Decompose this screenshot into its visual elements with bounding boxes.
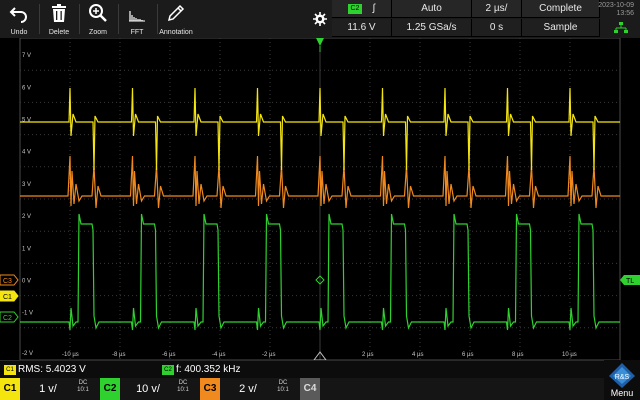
annotation-button[interactable]: Annotation — [157, 0, 195, 38]
channel-c2-tag: C2 — [100, 378, 120, 400]
x-axis-label: 10 µs — [562, 352, 577, 358]
measurement-freq-channel: C2 — [162, 365, 174, 375]
y-axis-label: 4 V — [22, 150, 31, 156]
measurement-bar: C1 RMS: 5.4023 V C2 f: 400.352 kHz — [0, 360, 640, 378]
time-scale: 2 µs/ — [485, 3, 508, 14]
trigger-source-chip: C2 — [347, 4, 362, 14]
svg-text:R&S: R&S — [615, 374, 630, 381]
toolbar: Undo Delete Zoom FFT Annotation C2 ʃ Aut… — [0, 0, 640, 38]
acq-state-cell[interactable]: Complete — [522, 0, 600, 18]
trigger-source-cell[interactable]: C2 ʃ — [332, 0, 392, 18]
channel-c3-scale: 2 v/ — [239, 383, 257, 395]
channel-c2-scale: 10 v/ — [136, 383, 160, 395]
y-axis-label: 2 V — [22, 214, 31, 220]
y-axis-label: 6 V — [22, 85, 31, 91]
marker-trigger-level-label: TL — [626, 278, 634, 285]
gear-icon — [313, 12, 327, 26]
zoom-button[interactable]: Zoom — [79, 0, 117, 38]
marker-c1[interactable]: C1 — [0, 290, 19, 302]
network-icon — [614, 22, 628, 33]
y-axis-label: -2 V — [22, 351, 33, 357]
sample-rate: 1.25 GSa/s — [406, 22, 457, 33]
pen-icon — [167, 4, 185, 22]
channel-bar: C1 1 v/ DC 10:1 C2 10 v/ DC 10:1 C3 2 v/ D… — [0, 378, 640, 400]
y-axis-label: 3 V — [22, 182, 31, 188]
channel-c3[interactable]: C3 2 v/ DC 10:1 — [200, 378, 298, 400]
menu-button[interactable]: R&S Menu — [604, 360, 640, 400]
trash-icon — [52, 4, 66, 22]
undo-icon — [9, 7, 27, 23]
x-axis-label: 8 µs — [512, 352, 523, 358]
x-axis-label: 2 µs — [362, 352, 373, 358]
fft-icon — [129, 11, 145, 22]
trigger-level: 11.6 V — [347, 22, 376, 33]
x-axis-label: -8 µs — [112, 352, 125, 358]
acq-state: Complete — [539, 3, 582, 14]
zoom-icon — [89, 4, 107, 22]
channel-c1-tag: C1 — [0, 378, 20, 400]
trigger-position-marker[interactable] — [316, 38, 324, 46]
channel-c1[interactable]: C1 1 v/ DC 10:1 — [0, 378, 98, 400]
measurement-freq-value: f: 400.352 kHz — [176, 364, 241, 375]
marker-c3[interactable]: C3 — [0, 274, 19, 286]
x-axis-label: 6 µs — [462, 352, 473, 358]
horizontal-position: 0 s — [489, 22, 504, 33]
y-axis-label: 7 V — [22, 53, 31, 59]
annotation-label: Annotation — [159, 29, 193, 36]
marker-c2[interactable]: C2 — [0, 311, 19, 323]
rs-logo-icon: R&S — [609, 363, 635, 388]
channel-c4[interactable]: C4 — [300, 378, 324, 400]
waveform-display[interactable]: 7 V6 V5 V4 V3 V2 V1 V0 V -1 V -2 V -10 µs -… — [0, 38, 640, 360]
measurement-rms-value: RMS: 5.4023 V — [18, 364, 86, 375]
channel-c2[interactable]: C2 10 v/ DC 10:1 — [100, 378, 198, 400]
undo-button[interactable]: Undo — [0, 0, 38, 38]
fft-button[interactable]: FFT — [118, 0, 156, 38]
channel-c4-tag: C4 — [300, 378, 320, 400]
x-axis-label: 4 µs — [412, 352, 423, 358]
measurement-rms[interactable]: C1 RMS: 5.4023 V — [4, 363, 86, 377]
channel-c2-meta: DC 10:1 — [177, 380, 189, 393]
trigger-mode-cell[interactable]: Auto — [392, 0, 472, 18]
delete-button[interactable]: Delete — [40, 0, 78, 38]
zoom-label: Zoom — [89, 29, 107, 36]
x-axis-label: -4 µs — [212, 352, 225, 358]
time: 13:56 — [616, 10, 634, 17]
marker-c2-label: C2 — [3, 315, 12, 322]
acq-mode-cell[interactable]: Sample — [522, 19, 600, 37]
date: 2023-10-09 — [598, 2, 634, 9]
date-time: 2023-10-09 13:56 — [598, 2, 634, 18]
y-axis-label: 1 V — [22, 246, 31, 252]
marker-c3-label: C3 — [3, 278, 12, 285]
undo-label: Undo — [10, 29, 28, 36]
channel-c3-tag: C3 — [200, 378, 220, 400]
time-scale-cell[interactable]: 2 µs/ — [472, 0, 522, 18]
fft-label: FFT — [130, 29, 144, 36]
channel-c3-meta: DC 10:1 — [277, 380, 289, 393]
measurement-freq[interactable]: C2 f: 400.352 kHz — [162, 363, 240, 377]
delete-label: Delete — [48, 29, 70, 36]
trigger-level-cell[interactable]: 11.6 V — [332, 19, 392, 37]
waveform-grid: 7 V6 V5 V4 V3 V2 V1 V0 V-1 V-2 V -10 µs -… — [0, 38, 640, 360]
x-axis-label: -10 µs — [62, 352, 79, 358]
marker-trigger-level[interactable]: TL — [620, 275, 640, 285]
x-axis-label: -6 µs — [162, 352, 175, 358]
y-axis-label: -1 V — [22, 311, 33, 317]
trigger-mode: Auto — [421, 3, 442, 14]
measurement-rms-channel: C1 — [4, 365, 16, 375]
channel-c1-scale: 1 v/ — [39, 383, 57, 395]
marker-c1-label: C1 — [3, 294, 12, 301]
y-axis-label: 0 V — [22, 279, 31, 285]
channel-c1-meta: DC 10:1 — [77, 380, 89, 393]
sample-rate-cell[interactable]: 1.25 GSa/s — [392, 19, 472, 37]
trigger-slope-icon: ʃ — [372, 3, 375, 14]
settings-button[interactable] — [308, 0, 332, 38]
position-cell[interactable]: 0 s — [472, 19, 522, 37]
x-axis-label: -2 µs — [262, 352, 275, 358]
menu-label: Menu — [610, 388, 634, 398]
acq-mode: Sample — [543, 22, 578, 33]
